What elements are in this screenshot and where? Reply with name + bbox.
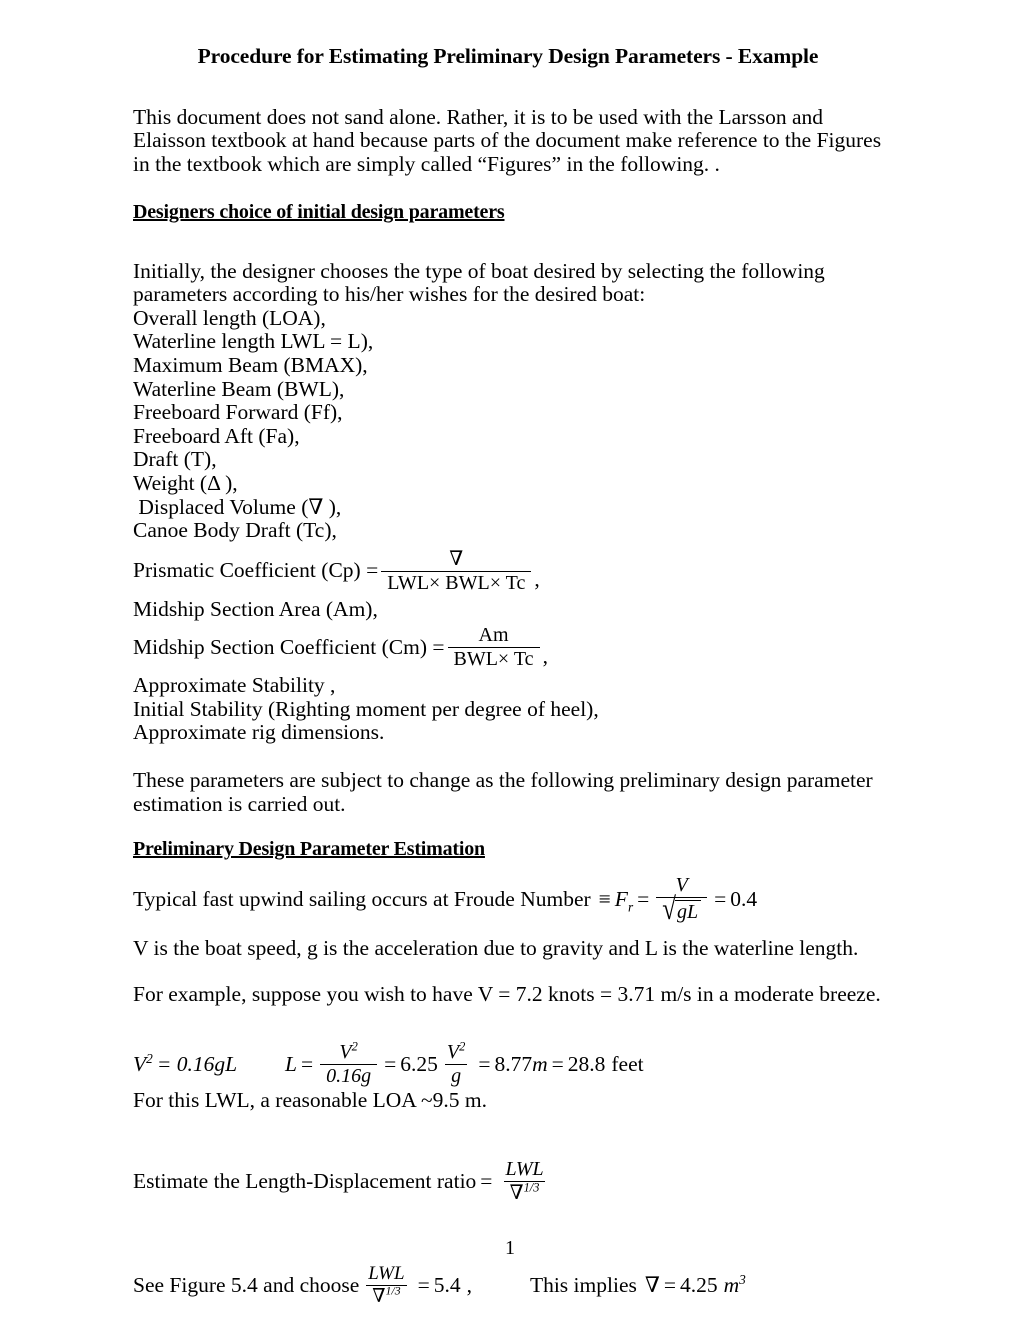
list-item: Freeboard Forward (Ff), — [133, 400, 343, 425]
prismatic-label: Prismatic Coefficient (Cp) = — [133, 558, 379, 583]
loa-note-paragraph: For this LWL, a reasonable LOA ~9.5 m. — [133, 1088, 487, 1113]
radical-sign: √ — [662, 892, 676, 927]
froude-fraction: V √ gL — [656, 875, 708, 925]
section-heading-preliminary-estimation: Preliminary Design Parameter Estimation — [133, 838, 485, 861]
list-item: Displaced Volume (∇ ), — [133, 494, 342, 519]
froude-radicand: gL — [675, 900, 702, 925]
implies-text: This implies — [529, 1272, 637, 1297]
speed-frac2-numerator: V2 — [446, 1039, 466, 1064]
speed-lhs-symbol: V2 — [133, 1050, 153, 1077]
froude-lead-text: Typical fast upwind sailing occurs at Fr… — [133, 887, 591, 912]
formula-prismatic-coefficient: Prismatic Coefficient (Cp) = ∇ LWL× BWL×… — [133, 547, 883, 594]
list-item: Draft (T), — [133, 447, 217, 472]
speed-result-equals: = — [478, 1052, 491, 1077]
speed-fraction-1: V2 0.16g — [320, 1039, 378, 1087]
figure-choice-value: 5.4 — [433, 1272, 461, 1297]
implies-unit: m3 — [723, 1271, 746, 1297]
formula-midship-coefficient: Midship Section Coefficient (Cm) = Am BW… — [133, 625, 883, 670]
figure-choice-comma: , — [466, 1272, 472, 1297]
figure-choice-denominator: ∇1/3 — [366, 1284, 407, 1307]
formula-length-from-speed: V2 = 0.16gL L = V2 0.16g = 6.25 V2 g = 8… — [133, 1039, 883, 1087]
speed-result-metric-unit: m — [532, 1052, 548, 1077]
variables-note-paragraph: V is the boat speed, g is the accelerati… — [133, 936, 859, 961]
implies-value: 4.25 — [680, 1272, 718, 1297]
designers-closing-paragraph: These parameters are subject to change a… — [133, 768, 873, 816]
solve-equals: = — [301, 1052, 314, 1077]
list-item: Waterline Beam (BWL), — [133, 376, 345, 401]
figure-choice-numerator: LWL — [368, 1263, 405, 1285]
implies-symbol: ∇ — [644, 1272, 660, 1297]
page-number: 1 — [505, 1237, 515, 1259]
document-body: Procedure for Estimating Preliminary Des… — [133, 44, 883, 1307]
speed-lhs-exponent: 2 — [146, 1050, 153, 1066]
speed-lhs-rhs: = 0.16gL — [156, 1052, 238, 1077]
midship-numerator: Am — [478, 624, 509, 647]
list-item: Weight (Δ ), — [133, 470, 238, 495]
implies-equals: = — [663, 1272, 677, 1297]
formula-froude-number: Typical fast upwind sailing occurs at Fr… — [133, 875, 883, 926]
prismatic-trailing-comma: , — [534, 567, 540, 592]
example-note-paragraph: For example, suppose you wish to have V … — [133, 981, 881, 1006]
sqrt-icon: √ gL — [662, 894, 702, 925]
ratio-label: Estimate the Length-Displacement ratio — [133, 1168, 477, 1193]
list-item: Maximum Beam (BMAX), — [133, 352, 368, 377]
prismatic-fraction: ∇ LWL× BWL× Tc — [381, 547, 532, 594]
formula-figure-choice: See Figure 5.4 and choose LWL ∇1/3 = 5.4… — [133, 1264, 883, 1307]
speed-result-equals-2: = — [551, 1052, 564, 1077]
speed-frac1-denominator: 0.16g — [320, 1064, 378, 1087]
midship-label: Midship Section Coefficient (Cm) = — [133, 634, 445, 659]
speed-result-imperial: 28.8 — [567, 1052, 606, 1077]
formula-length-displacement-ratio: Estimate the Length-Displacement ratio =… — [133, 1159, 883, 1204]
figure-choice-equals: = — [417, 1272, 430, 1297]
prismatic-numerator: ∇ — [449, 547, 464, 570]
list-item: Canoe Body Draft (Tc), — [133, 518, 337, 543]
froude-result-equals: = — [714, 887, 727, 912]
section-heading-designers-choice: Designers choice of initial design param… — [133, 200, 505, 223]
list-item: Initial Stability (Righting moment per d… — [133, 696, 599, 721]
ratio-equals: = — [480, 1168, 493, 1193]
speed-coefficient: 6.25 — [400, 1052, 438, 1077]
speed-result-imperial-unit: feet — [611, 1052, 644, 1077]
prismatic-denominator: LWL× BWL× Tc — [381, 570, 532, 594]
figure-choice-fraction: LWL ∇1/3 — [362, 1264, 410, 1307]
speed-mid-equals: = — [384, 1052, 397, 1077]
list-item: Waterline length LWL = L), — [133, 329, 374, 354]
froude-denominator-sqrt: √ gL — [656, 894, 708, 925]
list-item: Approximate rig dimensions. — [133, 720, 385, 745]
solve-symbol: L — [285, 1052, 297, 1077]
list-item: Freeboard Aft (Fa), — [133, 423, 300, 448]
page-title: Procedure for Estimating Preliminary Des… — [197, 44, 819, 68]
designers-intro-paragraph: Initially, the designer chooses the type… — [133, 258, 825, 307]
list-item: Overall length (LOA), — [133, 305, 326, 330]
froude-value: 0.4 — [730, 887, 758, 912]
ratio-numerator: LWL — [505, 1158, 544, 1181]
midship-section-area-line: Midship Section Area (Am), — [133, 596, 378, 621]
midship-fraction: Am BWL× Tc — [447, 624, 540, 670]
midship-trailing-comma: , — [542, 643, 548, 668]
ratio-denominator: ∇1/3 — [503, 1181, 546, 1204]
speed-frac2-denominator: g — [445, 1064, 468, 1087]
ratio-fraction: LWL ∇1/3 — [499, 1159, 549, 1204]
figure-choice-lead: See Figure 5.4 and choose — [133, 1272, 360, 1297]
list-item: Approximate Stability , — [133, 673, 336, 698]
froude-equiv-sign: ≡ — [598, 887, 611, 912]
intro-paragraph: This document does not sand alone. Rathe… — [133, 104, 882, 176]
speed-frac1-numerator: V2 — [339, 1039, 358, 1064]
speed-result-metric: 8.77 — [494, 1052, 533, 1077]
froude-symbol: Fr — [614, 887, 634, 915]
midship-denominator: BWL× Tc — [447, 647, 540, 670]
froude-equals-sign: = — [637, 887, 650, 912]
document-page: Procedure for Estimating Preliminary Des… — [0, 0, 1020, 1320]
speed-fraction-2: V2 g — [441, 1039, 471, 1087]
